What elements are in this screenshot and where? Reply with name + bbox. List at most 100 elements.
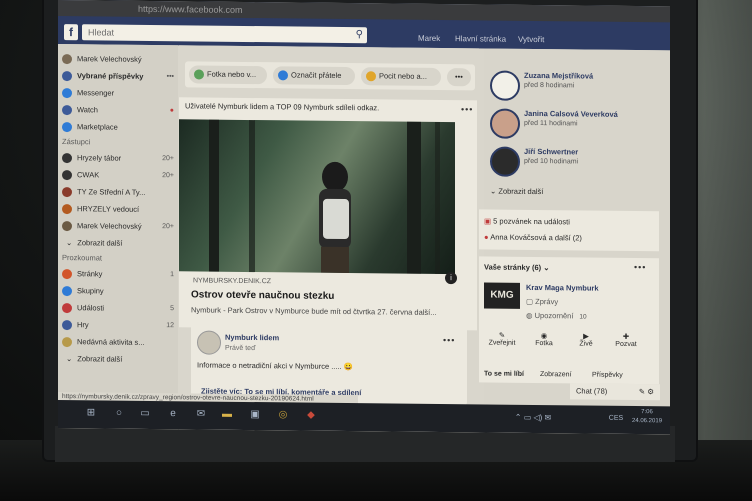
- post-time: Právě teď: [225, 344, 256, 353]
- feeling-button[interactable]: Pocit nebo a...: [361, 67, 441, 87]
- explore-heading: Prozkoumat: [62, 253, 103, 263]
- photo-video-button[interactable]: Fotka nebo v...: [189, 65, 267, 85]
- link-domain: NYMBURSKY.DENIK.CZ: [193, 277, 272, 286]
- smiley-icon: [366, 71, 376, 82]
- post-options-icon[interactable]: •••: [443, 335, 455, 345]
- photo-scene: https://www.facebook.com f Hledat ⚲ Mare…: [0, 0, 752, 501]
- search-input[interactable]: Hledat ⚲: [82, 24, 367, 44]
- video-icon: ▶: [583, 331, 589, 341]
- page-live-button[interactable]: ▶ Živě: [568, 331, 604, 347]
- more-icon[interactable]: •••: [167, 73, 174, 80]
- sidebar-item-watch[interactable]: Watch ●: [62, 101, 174, 119]
- newsfeed-icon: [62, 70, 72, 81]
- nav-home[interactable]: Hlavní stránka: [455, 34, 506, 44]
- chevron-down-icon: ⌄: [66, 354, 73, 364]
- globe-icon: ◍: [526, 310, 535, 320]
- search-placeholder: Hledat: [88, 27, 115, 38]
- store-icon[interactable]: ▣: [248, 408, 262, 422]
- add-user-icon: ✚: [622, 331, 630, 341]
- birthday-reminder[interactable]: ● Anna Kováčsová a další (2): [484, 232, 582, 242]
- sidebar-item-marketplace[interactable]: Marketplace: [62, 118, 174, 136]
- search-icon[interactable]: ○: [112, 407, 126, 421]
- sidebar-item-activity[interactable]: Nedávná aktivita s...: [62, 333, 174, 351]
- tab-views[interactable]: Zobrazení: [540, 371, 572, 378]
- messenger-icon: [62, 87, 72, 98]
- app-icon[interactable]: ◆: [304, 409, 318, 423]
- page-logo: KMG: [484, 282, 520, 309]
- composer-more-button[interactable]: •••: [447, 68, 471, 87]
- search-icon[interactable]: ⚲: [356, 27, 363, 43]
- post-image[interactable]: [179, 119, 455, 275]
- nav-create[interactable]: Vytvořit: [518, 35, 544, 44]
- contact-name: Zuzana Mejstříková: [524, 70, 594, 81]
- shared-link-post: Uživatelé Nymburk lidem a TOP 09 Nymburk…: [179, 97, 477, 331]
- language-indicator[interactable]: CES: [604, 412, 628, 426]
- post-composer: Fotka nebo v... Označit přátele Pocit ne…: [185, 61, 475, 91]
- page-messages[interactable]: ▢ Zprávy: [526, 297, 558, 306]
- sidebar-item-feed[interactable]: Vybrané příspěvky •••: [62, 67, 174, 85]
- event-invites[interactable]: ▣ 5 pozvánek na události: [484, 216, 570, 226]
- page-photo-button[interactable]: ◉ Fotka: [526, 331, 562, 347]
- pages-title[interactable]: Vaše stránky (6) ⌄: [484, 262, 550, 272]
- link-title[interactable]: Ostrov otevře naučnou stezku: [191, 289, 334, 302]
- sidebar-item-messenger[interactable]: Messenger: [62, 84, 174, 102]
- edge-icon[interactable]: e: [166, 407, 180, 421]
- contact-time: před 11 hodinami: [524, 119, 578, 128]
- nav-profile[interactable]: Marek: [418, 34, 440, 43]
- shortcuts-heading: Zástupci: [62, 137, 91, 147]
- hiker-figure: [319, 161, 351, 274]
- sidebar-item-games[interactable]: Hry 12: [62, 316, 174, 334]
- post-author[interactable]: Nymburk lidem: [225, 333, 279, 343]
- facebook-logo-icon[interactable]: f: [64, 24, 78, 41]
- birthday-contact[interactable]: Zuzana Mejstříková před 8 hodinami: [490, 70, 594, 101]
- birthday-contact[interactable]: Jiří Schwertner před 10 hodinami: [490, 146, 579, 177]
- page-notifications[interactable]: ◍ Upozornění 10: [526, 311, 587, 321]
- post-text: Informace o netradiční akci v Nymburce .…: [197, 360, 354, 372]
- info-icon[interactable]: i: [445, 272, 457, 285]
- sidebar-shortcut[interactable]: CWAK 20+: [62, 166, 174, 184]
- post-options-icon[interactable]: •••: [461, 104, 473, 114]
- contacts-more[interactable]: ⌄ Zobrazit další: [490, 187, 543, 197]
- sidebar-item-pages[interactable]: Stránky 1: [62, 265, 174, 283]
- task-view-icon[interactable]: ▭: [138, 407, 152, 421]
- sidebar-item-groups[interactable]: Skupiny: [62, 282, 174, 300]
- tray-icons[interactable]: ⌃ ▭ ◁) ✉: [488, 411, 578, 426]
- sidebar-shortcut[interactable]: Marek Velechovský 20+: [62, 217, 174, 235]
- chrome-icon[interactable]: ◎: [276, 408, 290, 422]
- sidebar-profile[interactable]: Marek Velechovský: [62, 50, 174, 68]
- monitor-screen: https://www.facebook.com f Hledat ⚲ Mare…: [58, 0, 670, 435]
- tab-likes[interactable]: To se mi líbí: [484, 370, 524, 377]
- shortcuts-more[interactable]: ⌄ Zobrazit další: [62, 234, 174, 252]
- sidebar-shortcut[interactable]: HRYZELY vedoucí: [62, 200, 174, 218]
- contact-name: Jiří Schwertner: [524, 146, 579, 157]
- events-box: [479, 209, 659, 252]
- page-publish-button[interactable]: ✎ Zveřejnit: [484, 330, 520, 347]
- tab-posts[interactable]: Příspěvky: [592, 372, 623, 379]
- messages-icon: ▢: [526, 296, 536, 306]
- camera-icon: ◉: [540, 331, 548, 341]
- pages-options-icon[interactable]: •••: [634, 262, 646, 272]
- sidebar-item-events[interactable]: Události 5: [62, 299, 174, 317]
- group-avatar: [62, 186, 72, 197]
- taskbar-clock[interactable]: 7:06 24.06.2019: [632, 408, 662, 426]
- page-name[interactable]: Krav Maga Nymburk: [526, 283, 599, 293]
- left-sidebar: Marek Velechovský Vybrané příspěvky ••• M…: [62, 50, 174, 368]
- start-icon[interactable]: ⊞: [84, 406, 98, 420]
- post-header: Uživatelé Nymburk lidem a TOP 09 Nymburk…: [185, 101, 380, 113]
- page-invite-button[interactable]: ✚ Pozvat: [608, 332, 644, 348]
- chevron-down-icon: ⌄: [66, 238, 73, 248]
- avatar[interactable]: [197, 330, 221, 355]
- photo-icon: [194, 69, 204, 80]
- explore-more[interactable]: ⌄ Zobrazit další: [62, 350, 174, 368]
- birthday-contact[interactable]: Janina Calsová Veverková před 11 hodinam…: [490, 108, 618, 139]
- chat-settings-icon[interactable]: ✎ ⚙: [639, 384, 654, 400]
- contact-name: Janina Calsová Veverková: [524, 108, 618, 119]
- tag-friends-button[interactable]: Označit přátele: [273, 66, 355, 86]
- chat-bar[interactable]: Chat (78) ✎ ⚙: [570, 383, 660, 401]
- games-icon: [62, 319, 72, 330]
- sidebar-shortcut[interactable]: Hryzely tábor 20+: [62, 149, 174, 167]
- mail-icon[interactable]: ✉: [194, 407, 208, 421]
- watch-icon: [62, 104, 72, 115]
- sidebar-shortcut[interactable]: TY Ze Střední A Ty...: [62, 183, 174, 201]
- folder-icon[interactable]: ▬: [220, 408, 234, 422]
